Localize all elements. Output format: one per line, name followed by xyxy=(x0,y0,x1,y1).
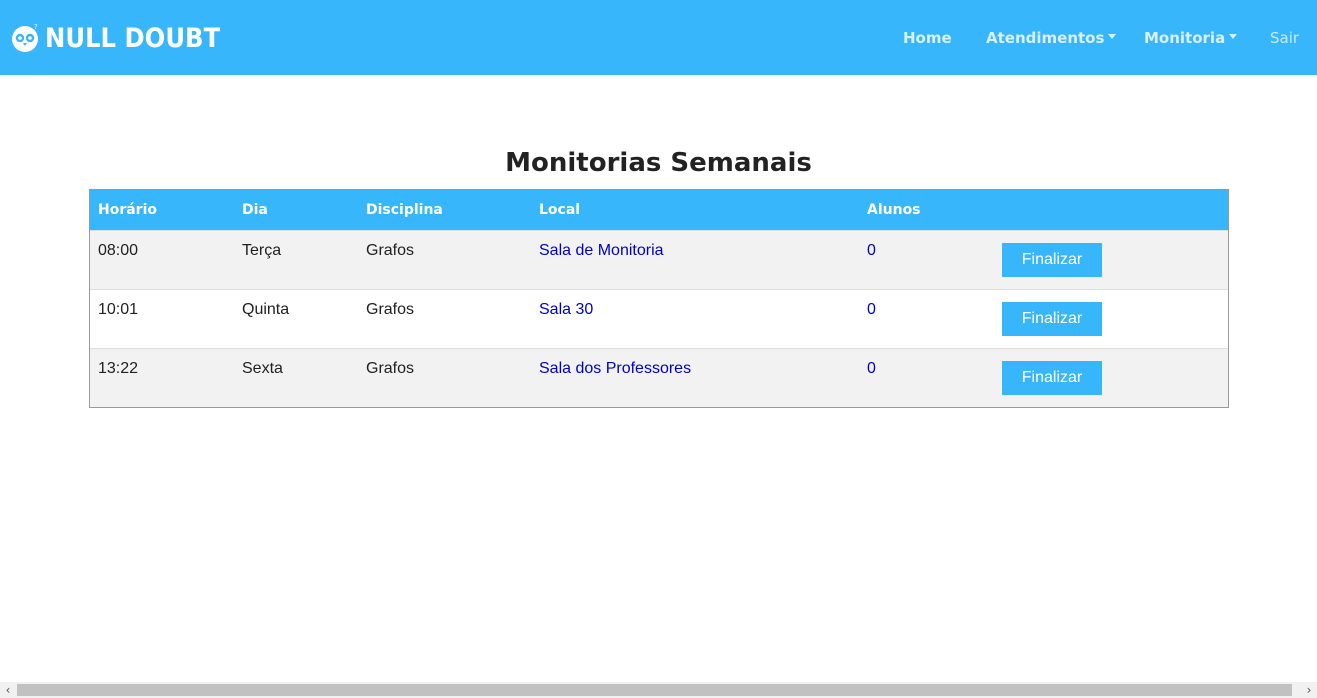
horizontal-scrollbar[interactable]: ‹ › xyxy=(0,682,1317,698)
monitorias-table: Horário Dia Disciplina Local Alunos 08:0… xyxy=(89,189,1229,408)
cell-disciplina: Grafos xyxy=(366,360,415,377)
nav-atendimentos-dropdown[interactable]: Atendimentos xyxy=(986,29,1117,47)
scrollbar-thumb[interactable] xyxy=(17,684,1292,696)
header-horario: Horário xyxy=(98,202,158,218)
cell-local-link[interactable]: Sala dos Professores xyxy=(539,360,691,378)
header-disciplina: Disciplina xyxy=(366,202,443,218)
cell-local-link[interactable]: Sala 30 xyxy=(539,301,593,319)
caret-down-icon xyxy=(1229,34,1238,39)
top-navbar: ? NULL DOUBT Home Atendimentos Monitoria… xyxy=(0,0,1317,75)
table-row: 08:00 Terça Grafos Sala de Monitoria 0 F… xyxy=(90,230,1228,289)
finalizar-button[interactable]: Finalizar xyxy=(1002,243,1102,277)
brand-name: NULL DOUBT xyxy=(45,22,221,54)
brand[interactable]: ? NULL DOUBT xyxy=(10,20,240,56)
page-title: Monitorias Semanais xyxy=(505,148,812,178)
header-dia: Dia xyxy=(242,202,268,218)
cell-dia: Quinta xyxy=(242,301,290,318)
cell-disciplina: Grafos xyxy=(366,242,415,259)
table-row: 10:01 Quinta Grafos Sala 30 0 Finalizar xyxy=(90,289,1228,348)
finalizar-button[interactable]: Finalizar xyxy=(1002,361,1102,395)
nav-sair[interactable]: Sair xyxy=(1270,29,1299,47)
cell-local-link[interactable]: Sala de Monitoria xyxy=(539,242,664,260)
table-header: Horário Dia Disciplina Local Alunos xyxy=(90,189,1228,230)
scroll-right-icon[interactable]: › xyxy=(1301,682,1317,698)
cell-horario: 13:22 xyxy=(98,360,139,377)
cell-alunos-link[interactable]: 0 xyxy=(867,360,876,378)
nav-monitoria-dropdown[interactable]: Monitoria xyxy=(1144,29,1238,47)
cell-alunos-link[interactable]: 0 xyxy=(867,242,876,260)
nav-atendimentos-label: Atendimentos xyxy=(986,29,1105,47)
table-row: 13:22 Sexta Grafos Sala dos Professores … xyxy=(90,348,1228,407)
nav-monitoria-label: Monitoria xyxy=(1144,29,1226,47)
header-local: Local xyxy=(539,202,581,218)
nav-home[interactable]: Home xyxy=(903,29,952,47)
caret-down-icon xyxy=(1108,34,1117,39)
owl-icon: ? xyxy=(12,23,38,52)
cell-horario: 10:01 xyxy=(98,301,139,318)
cell-alunos-link[interactable]: 0 xyxy=(867,301,876,319)
cell-dia: Terça xyxy=(242,242,282,259)
cell-disciplina: Grafos xyxy=(366,301,415,318)
cell-dia: Sexta xyxy=(242,360,283,377)
finalizar-button[interactable]: Finalizar xyxy=(1002,302,1102,336)
cell-horario: 08:00 xyxy=(98,242,139,259)
svg-text:?: ? xyxy=(34,23,38,31)
scroll-left-icon[interactable]: ‹ xyxy=(0,682,16,698)
header-alunos: Alunos xyxy=(867,202,921,218)
